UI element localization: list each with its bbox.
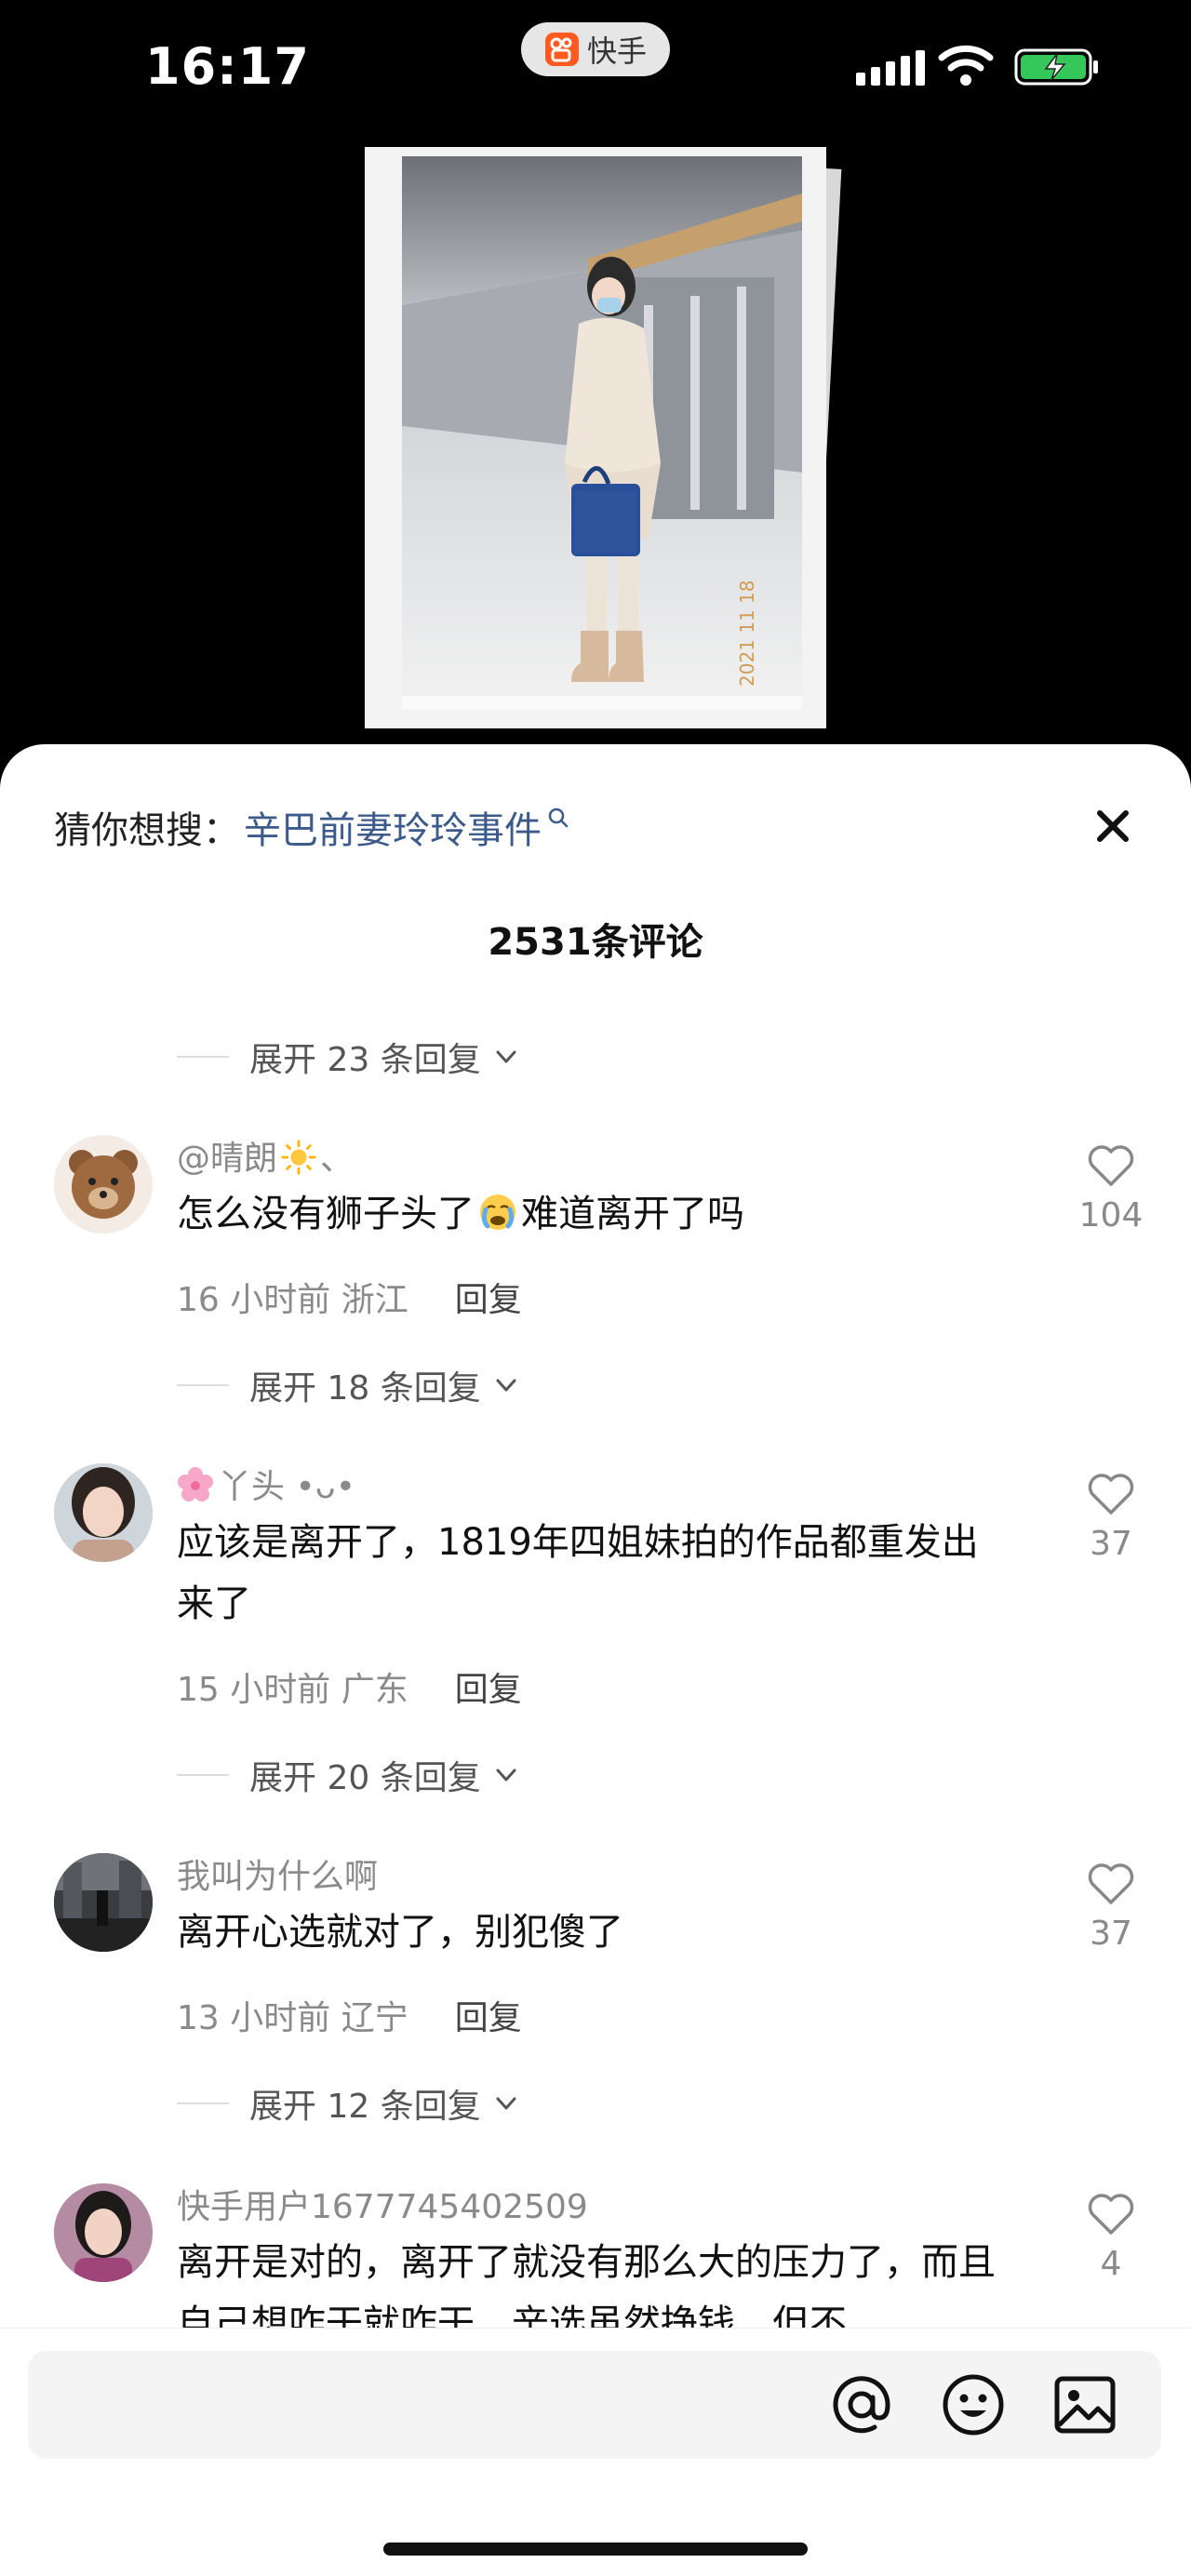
avatar[interactable] <box>54 1135 153 1234</box>
airport-photo-illustration: 2021 11 18 <box>365 147 826 728</box>
reply-button[interactable]: 回复 <box>455 1999 522 2037</box>
expand-replies-label: 展开 18 条回复 <box>249 1369 481 1408</box>
comment-meta: 16 小时前 浙江 回复 <box>177 1273 522 1321</box>
comments-sheet: 猜你想搜： 辛巴前妻玲玲事件 2531条评论 展开 23 条回复 @晴朗、 怎么… <box>0 744 1191 2576</box>
expand-replies-button[interactable]: 展开 23 条回复 <box>177 1033 520 1081</box>
person-avatar-icon <box>54 2183 153 2282</box>
heart-icon <box>1088 1863 1134 1904</box>
image-icon[interactable] <box>1050 2369 1120 2440</box>
person-avatar-icon <box>54 1463 153 1562</box>
avatar[interactable] <box>54 1463 153 1562</box>
status-bar: 16:17 快手 <box>0 0 1191 140</box>
photo-date-stamp: 2021 11 18 <box>736 580 758 687</box>
search-suggestion[interactable]: 猜你想搜： 辛巴前妻玲玲事件 <box>54 800 569 854</box>
like-count: 104 <box>1078 1196 1144 1235</box>
like-button[interactable]: 37 <box>1070 1473 1152 1563</box>
wifi-icon <box>938 45 994 86</box>
heart-icon <box>1088 1474 1134 1515</box>
expand-replies-label: 展开 20 条回复 <box>249 1759 481 1797</box>
comment-count: 2531条评论 <box>488 921 703 964</box>
chevron-down-icon <box>496 1050 516 1063</box>
comment-input-bar <box>0 2328 1191 2576</box>
comment-time-location: 15 小时前 广东 <box>177 1671 408 1709</box>
divider-line <box>177 1056 229 1058</box>
comment-username[interactable]: 丫头 •ᴗ• <box>177 1460 355 1508</box>
expand-replies-button[interactable]: 展开 12 条回复 <box>177 2079 520 2128</box>
comment-input[interactable] <box>28 2351 1161 2459</box>
smiley-icon[interactable] <box>938 2369 1009 2440</box>
divider-line <box>177 1774 229 1776</box>
expand-replies-label: 展开 23 条回复 <box>249 1041 481 1079</box>
like-button[interactable]: 37 <box>1070 1862 1152 1953</box>
comment-username[interactable]: 快手用户1677745402509 <box>177 2180 588 2228</box>
video-preview[interactable]: 2021 11 18 <box>0 140 1191 744</box>
avatar[interactable] <box>54 1853 153 1952</box>
home-indicator[interactable] <box>383 2543 808 2556</box>
expand-replies-label: 展开 12 条回复 <box>249 2088 481 2126</box>
like-button[interactable]: 4 <box>1070 2193 1152 2283</box>
cherry-blossom-emoji-icon <box>178 1467 213 1502</box>
cellular-signal-icon <box>856 48 925 86</box>
heart-icon <box>1088 1145 1134 1186</box>
expand-replies-button[interactable]: 展开 18 条回复 <box>177 1361 520 1409</box>
sun-emoji-icon <box>281 1140 316 1175</box>
like-button[interactable]: 104 <box>1070 1144 1152 1235</box>
app-name: 快手 <box>586 33 647 69</box>
comment-text: 离开心选就对了，别犯傻了 <box>177 1911 623 1954</box>
reply-button[interactable]: 回复 <box>455 1671 522 1709</box>
app-indicator-pill[interactable]: 快手 <box>521 22 670 76</box>
comment-username[interactable]: 我叫为什么啊 <box>177 1849 378 1898</box>
close-icon[interactable] <box>1089 802 1137 850</box>
avatar[interactable] <box>54 2183 153 2282</box>
chevron-down-icon <box>496 1379 516 1392</box>
expand-replies-button[interactable]: 展开 20 条回复 <box>177 1751 520 1799</box>
comment-meta: 13 小时前 辽宁 回复 <box>177 1991 522 2039</box>
street-scene-avatar-icon <box>54 1853 153 1952</box>
divider-line <box>177 1384 229 1386</box>
search-icon <box>548 808 569 828</box>
chevron-down-icon <box>496 1768 516 1782</box>
teddy-bear-avatar-icon <box>69 1150 138 1219</box>
battery-charging-icon <box>1014 48 1098 86</box>
photo-image: 2021 11 18 <box>365 147 826 728</box>
at-icon[interactable] <box>826 2369 897 2440</box>
chevron-down-icon <box>496 2097 516 2110</box>
reply-button[interactable]: 回复 <box>455 1281 522 1319</box>
status-time: 16:17 <box>145 37 310 96</box>
like-count: 37 <box>1090 1915 1132 1953</box>
comment-text: 怎么没有狮子头了 难道离开了吗 <box>177 1193 744 1235</box>
comment-username[interactable]: @晴朗、 <box>177 1131 354 1180</box>
heart-icon <box>1088 2194 1134 2235</box>
comment-meta: 15 小时前 广东 回复 <box>177 1662 522 1711</box>
search-suggestion-label: 猜你想搜： <box>54 809 240 852</box>
divider-line <box>177 2102 229 2104</box>
like-count: 4 <box>1100 2245 1122 2283</box>
crying-emoji-icon <box>480 1195 515 1230</box>
kuaishou-logo-icon <box>544 33 579 66</box>
comment-time-location: 16 小时前 浙江 <box>177 1281 408 1319</box>
comment-time-location: 13 小时前 辽宁 <box>177 1999 408 2037</box>
like-count: 37 <box>1090 1525 1132 1563</box>
search-suggestion-keyword[interactable]: 辛巴前妻玲玲事件 <box>244 800 542 854</box>
comment-text: 应该是离开了，1819年四姐妹拍的作品都重发出来了 <box>177 1521 979 1625</box>
